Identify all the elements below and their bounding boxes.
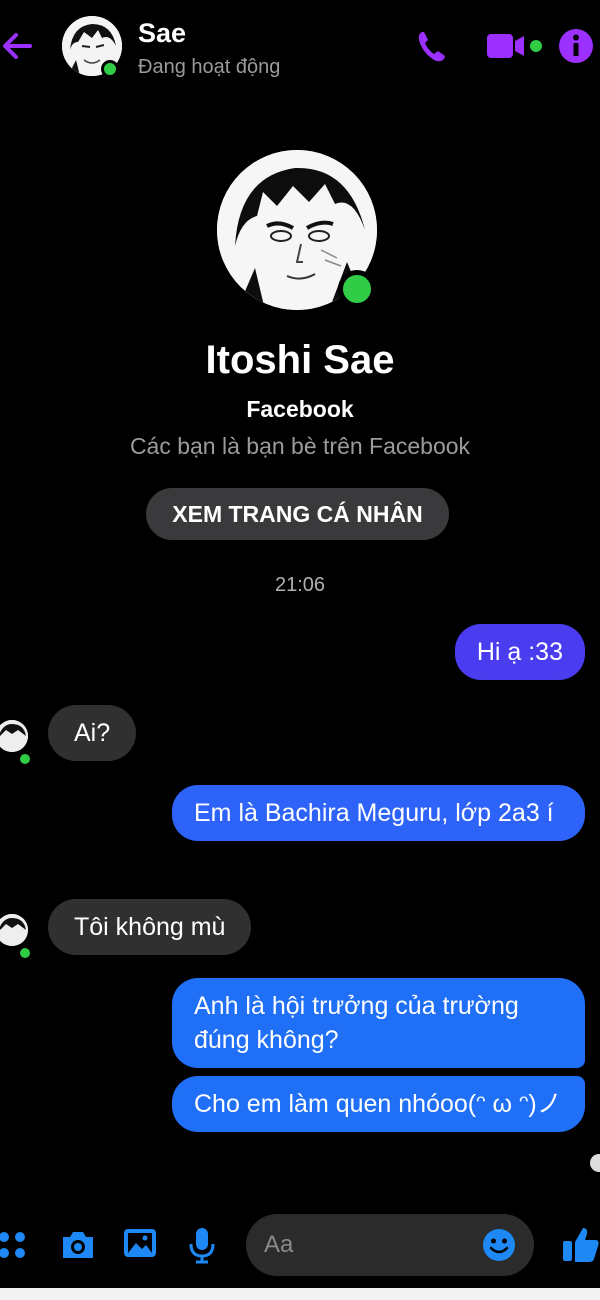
camera-button[interactable]	[60, 1228, 96, 1267]
like-button[interactable]	[562, 1224, 600, 1269]
like-icon	[563, 1228, 599, 1262]
active-status-text: Đang hoạt động	[138, 56, 281, 78]
emoji-button[interactable]	[482, 1228, 516, 1267]
contact-mini-avatar	[0, 720, 28, 752]
video-call-icon	[487, 34, 542, 58]
profile-relationship: Các bạn là bạn bè trên Facebook	[129, 433, 471, 459]
view-profile-button[interactable]: XEM TRANG CÁ NHÂN	[146, 488, 449, 540]
info-button[interactable]	[558, 26, 596, 71]
back-arrow-icon	[3, 33, 32, 59]
outgoing-message[interactable]: Anh là hội trưởng của trường đúng không?	[172, 978, 585, 1068]
contact-mini-avatar	[0, 914, 28, 946]
active-status-dot	[101, 60, 119, 78]
active-status-dot	[18, 946, 32, 960]
emoji-icon	[483, 1229, 515, 1261]
chat-header: Sae Đang hoạt động	[0, 0, 600, 92]
gallery-icon	[124, 1229, 156, 1257]
outgoing-message[interactable]: Em là Bachira Meguru, lớp 2a3 í	[172, 785, 585, 841]
info-icon	[559, 29, 593, 63]
menu-dots-icon	[0, 1232, 25, 1258]
incoming-message[interactable]: Ai?	[48, 705, 137, 761]
outgoing-message[interactable]: Hi ạ :33	[454, 624, 585, 680]
message-composer[interactable]	[246, 1214, 534, 1276]
camera-icon	[63, 1232, 93, 1258]
contact-name[interactable]: Sae	[138, 18, 186, 49]
voice-message-button[interactable]	[188, 1226, 216, 1269]
incoming-message[interactable]: Tôi không mù	[48, 899, 252, 955]
video-call-button[interactable]	[486, 26, 546, 71]
voice-call-button[interactable]	[414, 26, 450, 71]
microphone-icon	[189, 1228, 215, 1264]
message-timestamp: 21:06	[274, 574, 326, 596]
system-nav-strip	[0, 1288, 600, 1300]
seen-receipt-avatar	[590, 1154, 600, 1172]
active-status-dot	[18, 752, 32, 766]
outgoing-message[interactable]: Cho em làm quen nhóoo(ᵔ ω ᵔ)ノ	[172, 1076, 585, 1132]
gallery-button[interactable]	[122, 1226, 158, 1267]
profile-name: Itoshi Sae	[205, 338, 395, 382]
message-input[interactable]	[264, 1214, 484, 1276]
profile-network: Facebook	[246, 396, 354, 422]
more-actions-button[interactable]	[0, 1228, 30, 1267]
phone-icon	[418, 32, 445, 62]
back-button[interactable]	[0, 26, 36, 66]
profile-active-dot	[338, 270, 376, 308]
